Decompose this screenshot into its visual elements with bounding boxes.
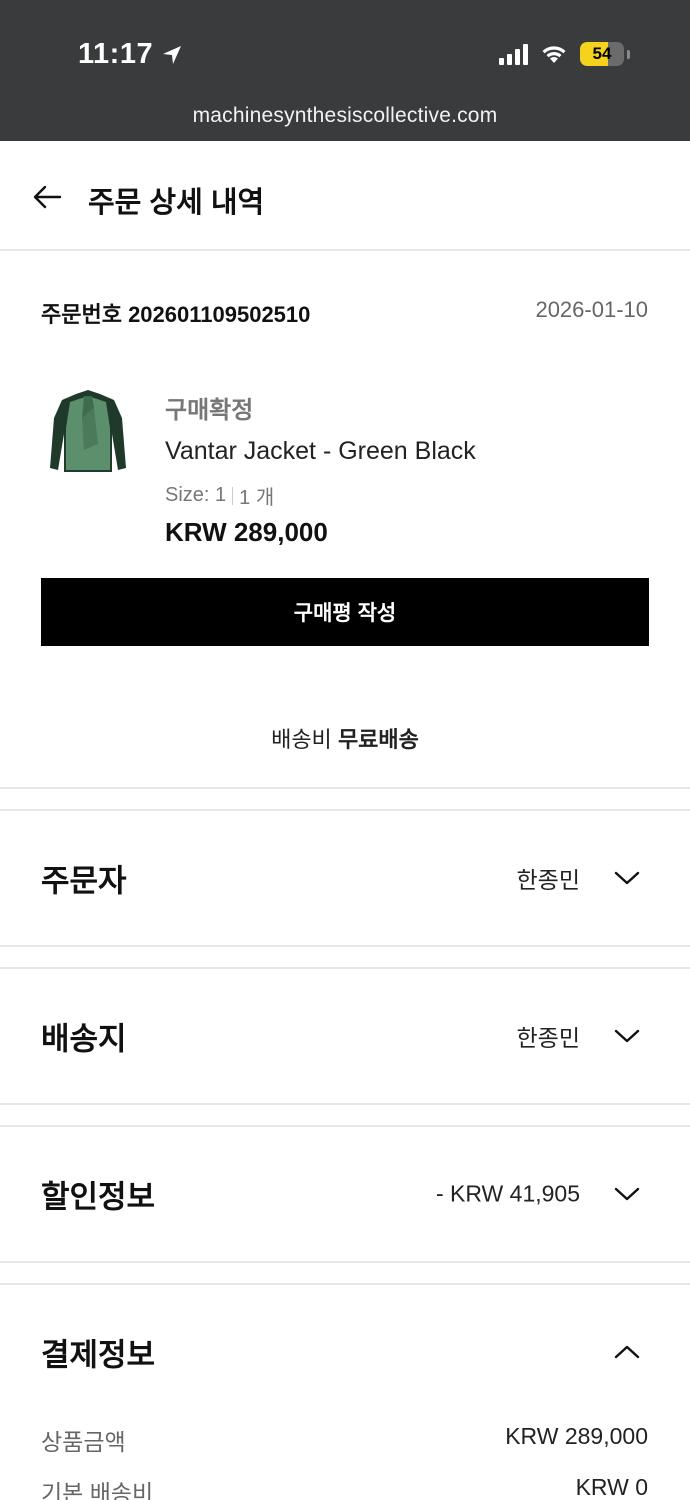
payment-label: 상품금액: [41, 1429, 126, 1455]
location-arrow-icon: [163, 45, 182, 64]
recipient-name: 한종민: [516, 1025, 580, 1051]
discount-section[interactable]: 할인정보 - KRW 41,905: [0, 1127, 690, 1261]
battery-icon: 54: [580, 42, 624, 66]
product-thumbnail[interactable]: [48, 388, 128, 476]
item-name[interactable]: Vantar Jacket - Green Black: [165, 437, 476, 466]
orderer-name: 한종민: [516, 867, 580, 893]
option-separator: [232, 486, 234, 505]
divider: [0, 787, 690, 789]
chevron-down-icon[interactable]: [614, 870, 640, 886]
section-title: 할인정보: [41, 1179, 156, 1215]
item-options: Size: 1 1 개: [165, 481, 274, 510]
shipping-value: 무료배송: [337, 727, 419, 752]
cellular-signal-icon: [499, 43, 528, 65]
payment-section[interactable]: 결제정보: [0, 1285, 690, 1419]
payment-value: KRW 289,000: [505, 1423, 648, 1449]
section-title: 배송지: [41, 1021, 127, 1057]
payment-label: 기본 배송비: [41, 1480, 154, 1500]
payment-row: 상품금액 KRW 289,000: [41, 1423, 648, 1457]
item-price: KRW 289,000: [165, 517, 328, 547]
divider: [0, 945, 690, 947]
item-status: 구매확정: [165, 397, 254, 424]
chevron-down-icon[interactable]: [614, 1028, 640, 1044]
status-bar: 11:17 54 machinesynthesiscollective.com: [0, 0, 690, 141]
page-header: 주문 상세 내역: [0, 141, 690, 251]
discount-amount: - KRW 41,905: [435, 1180, 580, 1207]
orderer-section[interactable]: 주문자 한종민: [0, 811, 690, 945]
wifi-icon: [542, 46, 566, 63]
divider: [0, 1261, 690, 1263]
section-title: 주문자: [41, 863, 127, 899]
order-number: 주문번호 202601109502510: [41, 302, 311, 327]
item-size: Size: 1: [165, 484, 227, 506]
shipping-label: 배송비: [271, 727, 332, 752]
browser-url[interactable]: machinesynthesiscollective.com: [0, 104, 690, 128]
payment-row: 기본 배송비 KRW 0: [41, 1474, 648, 1500]
battery-level: 54: [592, 44, 612, 63]
time-text: 11:17: [78, 38, 154, 70]
chevron-down-icon[interactable]: [614, 1186, 640, 1202]
item-quantity: 1 개: [239, 487, 275, 509]
order-date: 2026-01-10: [535, 297, 648, 322]
page-title: 주문 상세 내역: [88, 187, 265, 219]
shipping-fee: 배송비 무료배송: [0, 722, 690, 754]
status-icons: 54: [499, 42, 630, 66]
divider: [0, 1103, 690, 1105]
write-review-button[interactable]: 구매평 작성: [41, 578, 649, 646]
status-time: 11:17: [78, 38, 183, 71]
arrow-left-icon[interactable]: [32, 185, 62, 209]
section-title: 결제정보: [41, 1337, 156, 1373]
chevron-up-icon[interactable]: [614, 1344, 640, 1360]
delivery-section[interactable]: 배송지 한종민: [0, 969, 690, 1103]
payment-value: KRW 0: [575, 1474, 648, 1500]
